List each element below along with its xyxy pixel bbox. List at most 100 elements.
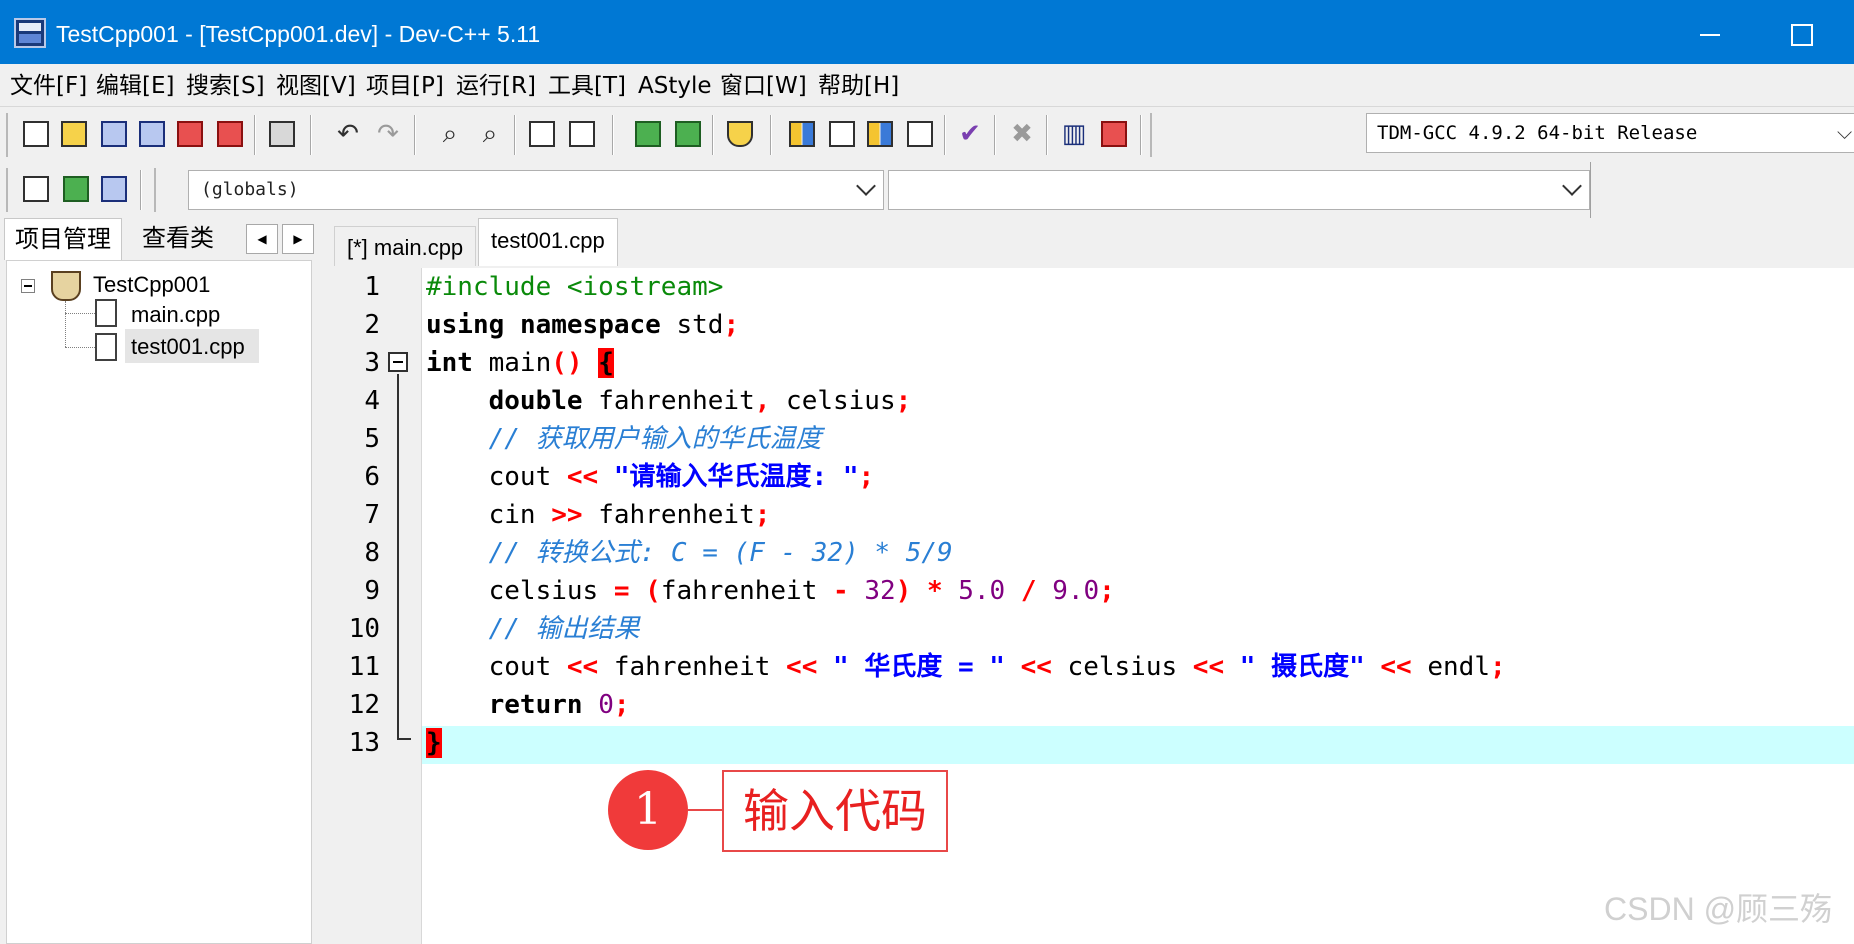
undo-icon[interactable]: ↶	[330, 116, 366, 152]
code-token: double	[488, 386, 583, 416]
code-line[interactable]: }	[426, 724, 442, 762]
code-line[interactable]: // 转换公式: C = (F - 32) * 5/9	[426, 534, 953, 572]
code-line[interactable]: return 0;	[426, 686, 630, 724]
insert-icon[interactable]	[18, 171, 54, 207]
fold-toggle-icon[interactable]	[388, 352, 408, 372]
tab-class-browser[interactable]: 查看类	[132, 218, 224, 258]
compile-run-icon[interactable]	[862, 116, 898, 152]
code-line[interactable]: cin >> fahrenheit;	[426, 496, 771, 534]
project-icon	[51, 271, 81, 301]
toolbar-separator	[770, 115, 772, 155]
code-line[interactable]: // 输出结果	[426, 610, 640, 648]
open-file-icon[interactable]	[56, 116, 92, 152]
close-all-icon[interactable]	[212, 116, 248, 152]
save-icon[interactable]	[96, 116, 132, 152]
tab-scroll-right-icon[interactable]: ▶	[282, 224, 314, 254]
code-line[interactable]: int main() {	[426, 344, 614, 382]
collapse-icon[interactable]	[21, 279, 35, 293]
save-all-icon[interactable]	[134, 116, 170, 152]
project-options-icon[interactable]	[722, 116, 758, 152]
menu-view[interactable]: 视图[V]	[276, 72, 356, 100]
tree-file-test001[interactable]: test001.cpp	[131, 333, 245, 361]
code-token: -	[833, 576, 849, 606]
menu-astyle[interactable]: AStyle	[638, 72, 712, 100]
project-tree[interactable]: TestCpp001 main.cpp test001.cpp	[6, 260, 312, 944]
menu-window[interactable]: 窗口[W]	[720, 72, 807, 100]
chevron-down-icon[interactable]: ⌵	[1837, 120, 1852, 144]
print-icon[interactable]	[264, 116, 300, 152]
find-icon[interactable]: ⌕	[432, 116, 468, 152]
chevron-down-icon[interactable]	[856, 176, 876, 196]
close-file-icon[interactable]	[172, 116, 208, 152]
code-line[interactable]: using namespace std;	[426, 306, 739, 344]
new-file-icon[interactable]	[18, 116, 54, 152]
tree-file-main[interactable]: main.cpp	[131, 301, 220, 329]
menu-edit[interactable]: 编辑[E]	[96, 72, 174, 100]
window-title: TestCpp001 - [TestCpp001.dev] - Dev-C++ …	[56, 21, 541, 47]
toggle-bookmark-icon[interactable]	[564, 116, 600, 152]
title-bar: TestCpp001 - [TestCpp001.dev] - Dev-C++ …	[0, 0, 1854, 64]
remove-from-project-icon[interactable]	[670, 116, 706, 152]
tab-main-cpp[interactable]: [*] main.cpp	[334, 226, 477, 266]
tab-scroll-left-icon[interactable]: ◀	[246, 224, 278, 254]
code-line[interactable]: // 获取用户输入的华氏温度	[426, 420, 822, 458]
menu-search[interactable]: 搜索[S]	[186, 72, 265, 100]
add-to-project-icon[interactable]	[630, 116, 666, 152]
profile-chart-icon[interactable]: ▥	[1056, 116, 1092, 152]
minimize-button[interactable]	[1672, 0, 1742, 64]
add-icon[interactable]	[58, 171, 94, 207]
replace-icon[interactable]: ⌕	[472, 116, 508, 152]
line-number: 9	[364, 576, 380, 606]
maximize-button[interactable]	[1765, 0, 1835, 64]
code-token: namespace	[519, 310, 661, 340]
toolbar-grip[interactable]	[1150, 113, 1154, 157]
code-token: 32	[864, 576, 896, 606]
code-line[interactable]: cout << fahrenheit << " 华氏度 = " << celsi…	[426, 648, 1506, 686]
devcpp-app-icon[interactable]	[14, 18, 46, 48]
line-number: 2	[364, 310, 380, 340]
rebuild-all-icon[interactable]	[902, 116, 938, 152]
function-select[interactable]	[888, 170, 1590, 210]
code-token: 5.0	[958, 576, 1006, 606]
code-token: // 获取用户输入的华氏温度	[488, 424, 822, 454]
delete-profile-icon[interactable]	[1096, 116, 1132, 152]
bookmark-icon[interactable]	[96, 171, 132, 207]
tab-project-manager[interactable]: 项目管理	[4, 218, 122, 260]
menu-help[interactable]: 帮助[H]	[818, 72, 899, 100]
code-token: ;	[858, 462, 875, 492]
chevron-down-icon[interactable]	[1562, 176, 1582, 196]
run-icon[interactable]	[824, 116, 860, 152]
code-line[interactable]: double fahrenheit, celsius;	[426, 382, 912, 420]
fold-guide	[397, 374, 399, 740]
tree-project-node[interactable]: TestCpp001	[93, 271, 210, 299]
menu-run[interactable]: 运行[R]	[456, 72, 536, 100]
toolbar-grip[interactable]	[154, 168, 158, 212]
scope-select[interactable]: (globals)	[188, 170, 884, 210]
code-line[interactable]: cout << "请输入华氏温度: ";	[426, 458, 875, 496]
syntax-check-icon[interactable]: ✔	[952, 116, 988, 152]
compile-icon[interactable]	[784, 116, 820, 152]
tab-test001-cpp[interactable]: test001.cpp	[478, 218, 618, 266]
toolbar-grip[interactable]	[6, 113, 10, 157]
code-token: <<	[1380, 652, 1412, 682]
code-line[interactable]: celsius = (fahrenheit - 32) * 5.0 / 9.0;	[426, 572, 1115, 610]
goto-line-icon[interactable]	[524, 116, 560, 152]
stop-execution-icon[interactable]: ✖	[1004, 116, 1040, 152]
menu-tools[interactable]: 工具[T]	[548, 72, 626, 100]
menu-file[interactable]: 文件[F]	[10, 72, 87, 100]
code-line[interactable]: #include <iostream>	[426, 268, 723, 306]
code-token: =	[613, 576, 630, 606]
code-token: }	[426, 728, 442, 758]
redo-icon[interactable]: ↷	[370, 116, 406, 152]
line-number: 4	[364, 386, 380, 416]
toolbar-grip[interactable]	[6, 168, 10, 212]
line-number: 13	[348, 728, 380, 758]
menu-project[interactable]: 项目[P]	[366, 72, 444, 100]
compiler-select[interactable]: TDM-GCC 4.9.2 64-bit Release ⌵	[1366, 113, 1854, 153]
